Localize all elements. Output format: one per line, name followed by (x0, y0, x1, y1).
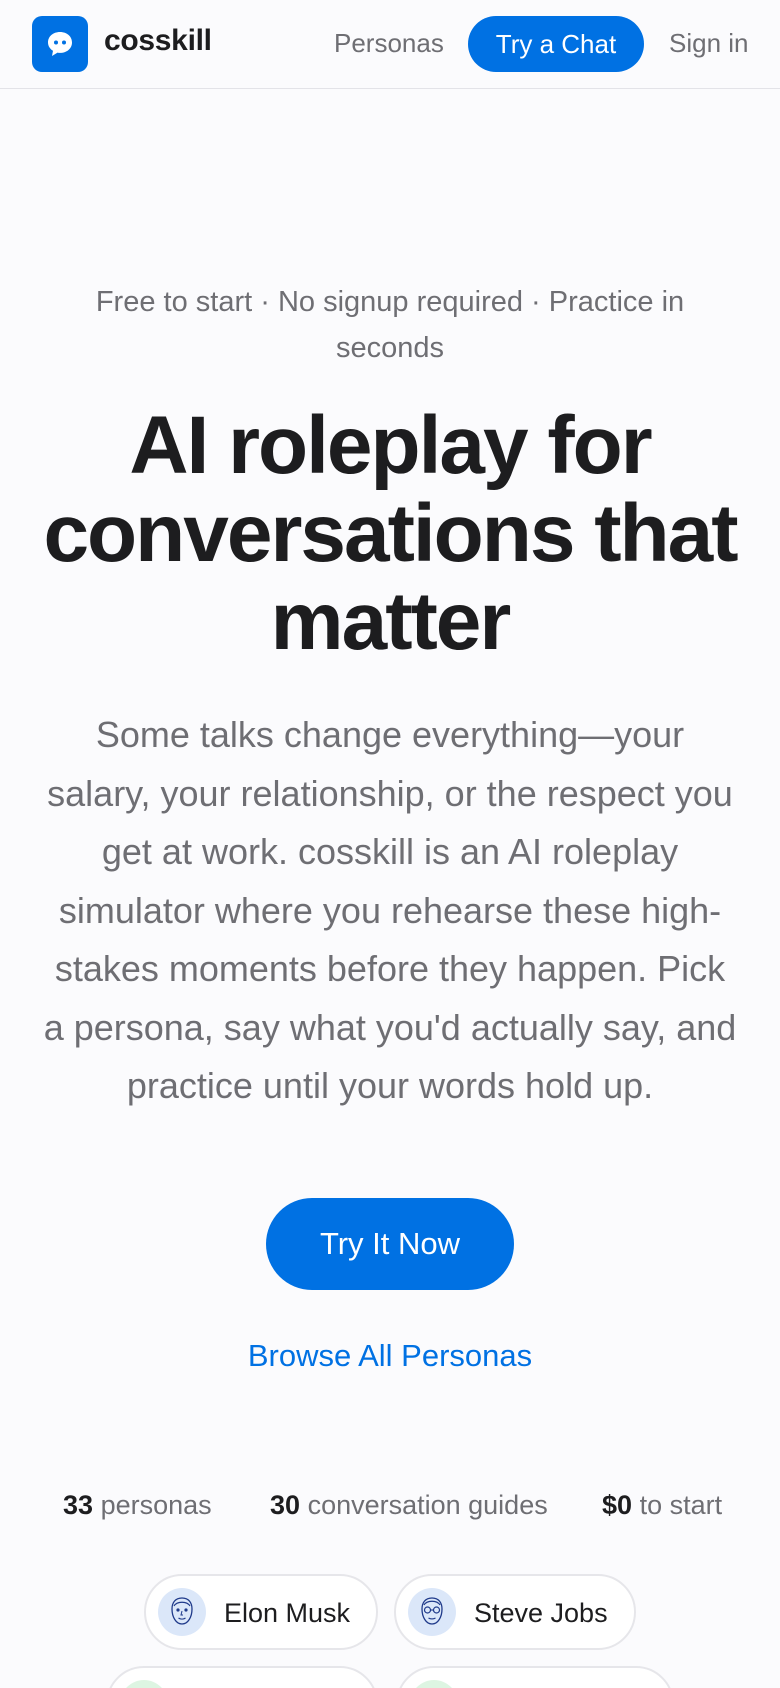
persona-name: Elon Musk (224, 1598, 351, 1628)
try-a-chat-button[interactable]: Try a Chat (468, 16, 644, 72)
stat-price: $0 to start (602, 1490, 722, 1521)
hero-description: Some talks change everything—your salary… (43, 714, 737, 1106)
stat-guides: 30 conversation guides (270, 1490, 548, 1521)
brand-name[interactable]: cosskill (104, 24, 212, 58)
hero-tagline: Free to start · No signup required · Pra… (95, 286, 685, 364)
chat-bubble-icon (48, 32, 72, 56)
avatar (120, 1680, 168, 1688)
stat-label: conversation guides (307, 1490, 548, 1520)
stat-value: $0 (602, 1490, 633, 1520)
logo[interactable] (32, 16, 88, 72)
avatar (158, 1588, 206, 1636)
hero-headline: AI roleplay for conversations that matte… (43, 400, 738, 667)
nav-link-personas[interactable]: Personas (334, 28, 444, 59)
browse-personas-link[interactable]: Browse All Personas (0, 1338, 780, 1374)
stat-value: 30 (270, 1490, 301, 1520)
stat-value: 33 (63, 1490, 94, 1520)
sign-in-link[interactable]: Sign in (669, 28, 749, 59)
try-it-now-button[interactable]: Try It Now (266, 1198, 514, 1290)
persona-chip[interactable] (106, 1666, 378, 1688)
face-sketch-icon (171, 1597, 193, 1625)
persona-chip-steve-jobs[interactable]: Steve Jobs (394, 1574, 636, 1650)
persona-name: Steve Jobs (474, 1598, 608, 1628)
face-glasses-sketch-icon (421, 1597, 443, 1625)
avatar (408, 1588, 456, 1636)
avatar (410, 1680, 458, 1688)
stat-personas: 33 personas (63, 1490, 212, 1521)
stat-label: to start (639, 1490, 723, 1520)
stats-row: 33 personas 30 conversation guides $0 to… (0, 1490, 780, 1526)
page: cosskill Personas Try a Chat Sign in Fre… (0, 0, 780, 1688)
persona-chip[interactable] (396, 1666, 674, 1688)
top-nav: cosskill Personas Try a Chat Sign in (0, 0, 780, 89)
persona-chip-elon-musk[interactable]: Elon Musk (144, 1574, 378, 1650)
stat-label: personas (100, 1490, 212, 1520)
